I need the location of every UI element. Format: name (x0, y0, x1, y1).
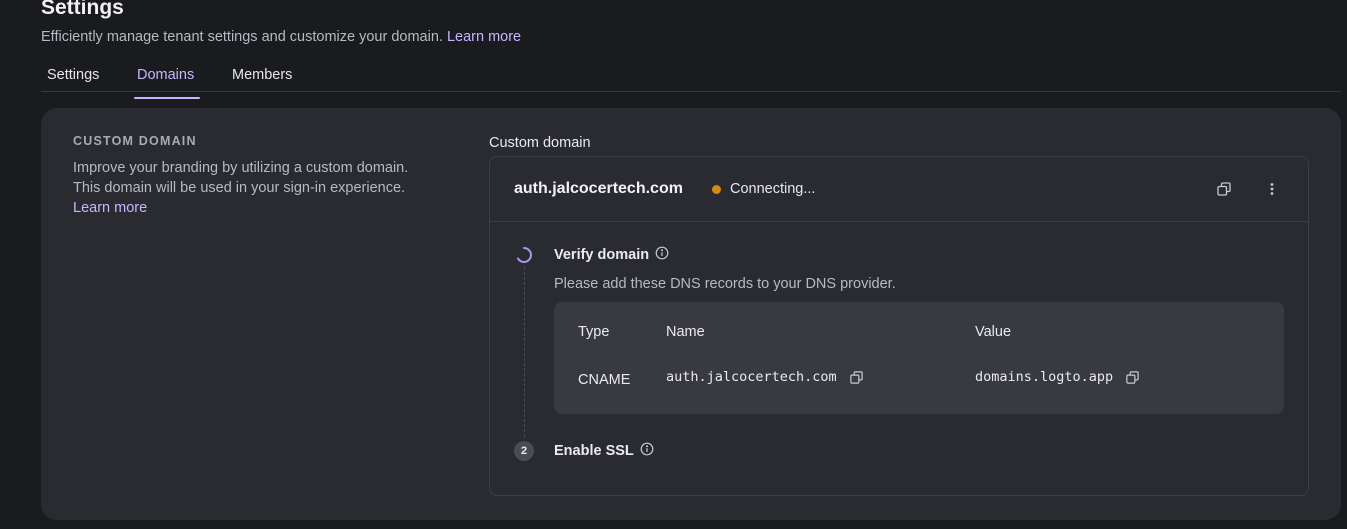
step-line (524, 267, 525, 437)
step-1-indicator (514, 245, 534, 265)
column-header-value: Value (975, 324, 1012, 340)
status-label: Connecting... (730, 181, 816, 197)
status-dot (712, 184, 721, 194)
step-1-description: Please add these DNS records to your DNS… (554, 276, 896, 292)
spinner-icon (516, 247, 532, 263)
column-header-type: Type (578, 324, 610, 340)
tab-members[interactable]: Members (232, 67, 292, 91)
custom-domain-label: Custom domain (489, 135, 591, 151)
step-1-title-text: Verify domain (554, 247, 650, 263)
record-name: auth.jalcocertech.com (666, 369, 837, 385)
section-description-text: Improve your branding by utilizing a cus… (73, 160, 409, 196)
step-2-title-text: Enable SSL (554, 443, 634, 459)
record-value-cell: domains.logto.app (975, 369, 1140, 385)
record-name-cell: auth.jalcocertech.com (666, 369, 864, 385)
record-value: domains.logto.app (975, 369, 1114, 385)
page-title: Settings (41, 0, 124, 19)
domain-name: auth.jalcocertech.com (514, 180, 683, 197)
domain-box: auth.jalcocertech.com Connecting... Veri… (489, 156, 1309, 496)
copy-value-button[interactable] (1125, 370, 1140, 385)
info-icon[interactable] (640, 442, 654, 460)
copy-name-button[interactable] (849, 370, 864, 385)
subtitle-learn-more-link[interactable]: Learn more (447, 29, 521, 45)
section-heading: CUSTOM DOMAIN (73, 134, 197, 148)
tab-domains[interactable]: Domains (133, 67, 201, 99)
custom-domain-card: CUSTOM DOMAIN Improve your branding by u… (41, 108, 1341, 520)
page-subtitle-text: Efficiently manage tenant settings and c… (41, 29, 443, 45)
step-2-number: 2 (514, 441, 534, 461)
dns-records-table: Type Name Value CNAME auth.jalcocertech.… (554, 302, 1284, 414)
copy-domain-button[interactable] (1212, 177, 1236, 201)
info-icon[interactable] (655, 246, 669, 264)
tab-bar: Settings Domains Members (41, 60, 1341, 99)
page-subtitle: Efficiently manage tenant settings and c… (41, 29, 521, 45)
copy-icon (1217, 182, 1231, 196)
record-type: CNAME (578, 372, 631, 388)
more-vertical-icon (1270, 183, 1274, 195)
step-1-title: Verify domain (554, 246, 669, 264)
section-learn-more-link[interactable]: Learn more (73, 200, 147, 216)
tab-settings[interactable]: Settings (47, 67, 99, 91)
copy-icon (849, 370, 863, 384)
domain-status: Connecting... (712, 181, 815, 197)
step-2-title: Enable SSL (554, 442, 654, 460)
copy-icon (1126, 370, 1139, 384)
domain-header: auth.jalcocertech.com Connecting... (490, 157, 1308, 222)
column-header-name: Name (666, 324, 705, 340)
step-2-indicator: 2 (514, 441, 534, 461)
section-description: Improve your branding by utilizing a cus… (73, 158, 433, 218)
more-options-button[interactable] (1260, 177, 1284, 201)
